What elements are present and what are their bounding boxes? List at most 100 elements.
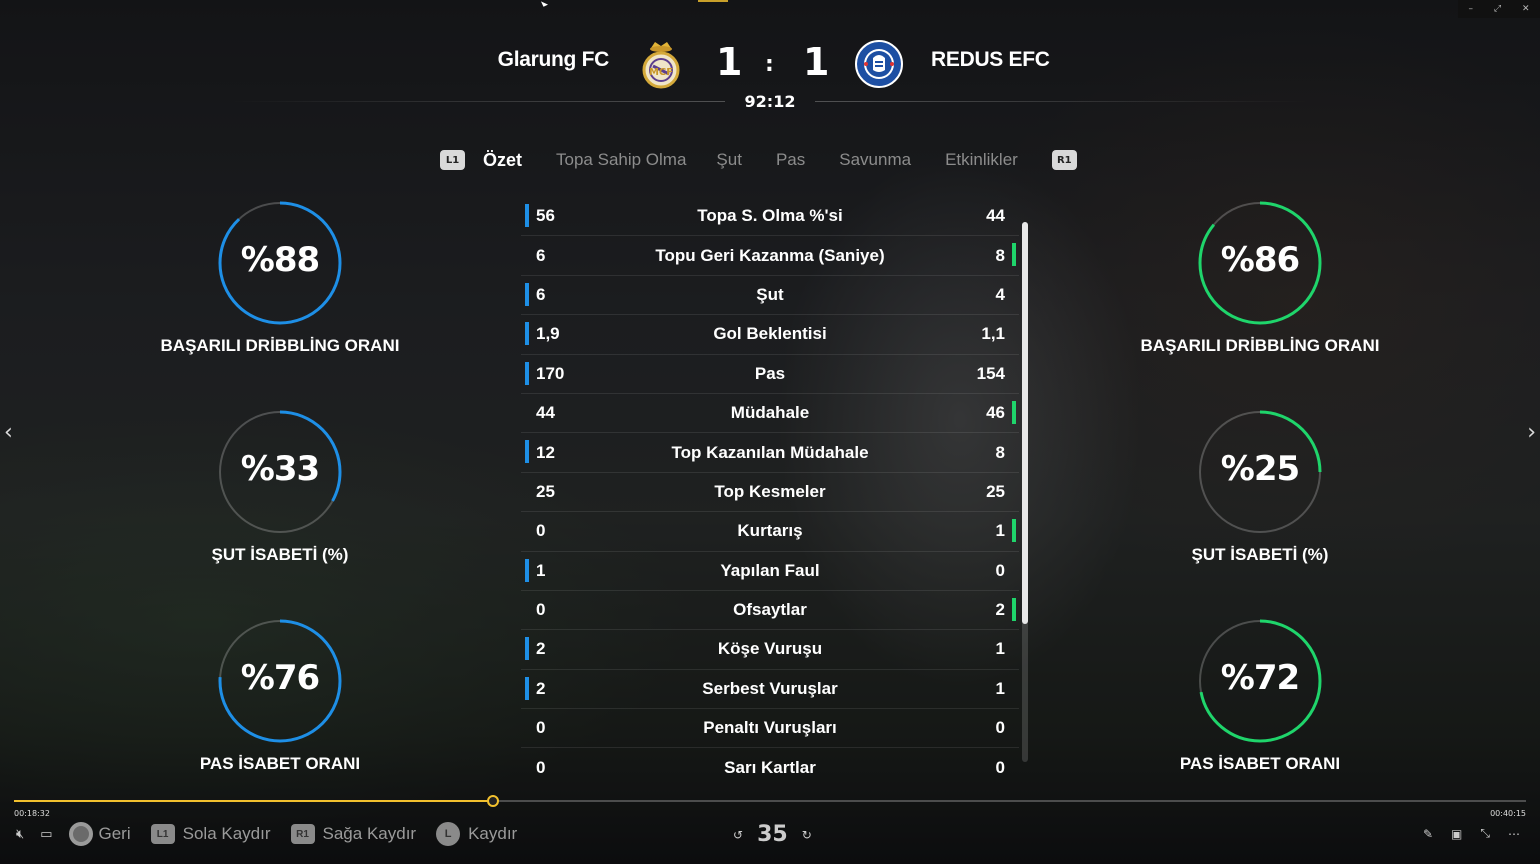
pen-icon[interactable]: ✎ [1423, 827, 1433, 841]
gauge-value: %76 [240, 658, 320, 698]
home-pass-accuracy-gauge: %76 PAS İSABET ORANI [159, 618, 401, 774]
miniplayer-icon[interactable]: ▣ [1451, 827, 1462, 841]
scoreboard-divider-left [230, 101, 725, 102]
away-shot-accuracy-gauge: %25 ŞUT İSABETİ (%) [1139, 409, 1381, 565]
gauge-value: %25 [1220, 449, 1300, 489]
away-stat-value: 1 [995, 521, 1005, 541]
tab-sut[interactable]: Şut [716, 150, 742, 170]
gauge-label: ŞUT İSABETİ (%) [1191, 545, 1329, 564]
stat-row: 6 Şut 4 [521, 276, 1019, 316]
stat-label: Şut [756, 284, 784, 304]
stat-row: 12 Top Kazanılan Müdahale 8 [521, 433, 1019, 473]
score-separator: : [765, 52, 774, 77]
close-icon[interactable]: ✕ [1522, 4, 1530, 14]
away-lead-bar [1012, 400, 1016, 424]
tab-savunma[interactable]: Savunma [839, 150, 911, 170]
away-stat-value: 2 [995, 600, 1005, 620]
stat-label: Gol Beklentisi [713, 324, 827, 344]
away-stat-value: 0 [995, 560, 1005, 580]
stat-row: 6 Topu Geri Kazanma (Saniye) 8 [521, 236, 1019, 276]
away-stat-value: 25 [986, 481, 1005, 501]
away-dribbling-gauge: %86 BAŞARILI DRİBBLİNG ORANI [1139, 200, 1381, 356]
stat-label: Yapılan Faul [720, 560, 820, 580]
away-stat-value: 46 [986, 403, 1005, 423]
hint-scroll-left[interactable]: Sola Kaydır [183, 824, 271, 844]
tab-ozet[interactable]: Özet [483, 150, 522, 171]
video-progress-knob[interactable] [487, 795, 500, 807]
svg-text:MCF: MCF [649, 67, 673, 78]
stats-scrollbar[interactable] [1022, 222, 1028, 762]
stat-row: 56 Topa S. Olma %'si 44 [521, 197, 1019, 237]
away-stat-value: 0 [995, 758, 1005, 778]
scoreboard-divider-right [815, 101, 1310, 102]
skip-seconds: 35 [757, 822, 788, 847]
stat-label: Müdahale [730, 403, 810, 423]
stat-label: Pas [754, 363, 786, 383]
away-team-crest-icon [855, 38, 903, 90]
hint-back[interactable]: Geri [99, 824, 131, 844]
stat-label: Ofsaytlar [733, 600, 807, 620]
away-lead-bar [1012, 519, 1016, 543]
mute-icon[interactable]: 🔇︎ [16, 826, 24, 842]
minimize-icon[interactable]: – [1468, 4, 1473, 14]
away-lead-bar [1012, 597, 1016, 621]
gauge-label: BAŞARILI DRİBBLİNG ORANI [1140, 336, 1380, 355]
match-stats-table[interactable]: 56 Topa S. Olma %'si 44 6 Topu Geri Kazanma… [521, 197, 1019, 788]
chevron-left-icon[interactable]: ‹ [4, 420, 13, 445]
home-shot-accuracy-gauge: %33 ŞUT İSABETİ (%) [159, 409, 401, 565]
gauge-value: %72 [1220, 658, 1300, 698]
gauge-label: PAS İSABET ORANI [1179, 754, 1341, 773]
away-stat-value: 8 [995, 245, 1005, 265]
forward-icon[interactable]: ↻ [802, 828, 812, 842]
stat-label: Topa S. Olma %'si [697, 206, 843, 226]
video-progress-bar[interactable] [14, 795, 1526, 807]
rewind-icon[interactable]: ↺ [733, 828, 743, 842]
tab-pas[interactable]: Pas [776, 150, 805, 170]
stat-row: 1,9 Gol Beklentisi 1,1 [521, 315, 1019, 355]
hint-scroll-right[interactable]: Sağa Kaydır [323, 824, 417, 844]
stat-row: 44 Müdahale 46 [521, 394, 1019, 434]
total-time: 00:40:15 [1490, 809, 1526, 818]
stat-row: 2 Köşe Vuruşu 1 [521, 630, 1019, 670]
away-stat-value: 0 [995, 718, 1005, 738]
home-score: 1 [716, 40, 743, 84]
stat-row: 25 Top Kesmeler 25 [521, 473, 1019, 513]
l1-button-icon[interactable]: L1 [440, 150, 465, 170]
tab-etkinlikler[interactable]: Etkinlikler [945, 150, 1018, 170]
mouse-cursor-icon [540, 0, 549, 7]
r1-hint-badge: R1 [290, 824, 315, 844]
elapsed-time: 00:18:32 [14, 809, 50, 818]
away-stat-value: 4 [995, 284, 1005, 304]
gauge-label: PAS İSABET ORANI [199, 754, 361, 773]
more-icon[interactable]: ⋯ [1508, 827, 1520, 841]
fullscreen-exit-icon[interactable]: ⤡ [1480, 826, 1490, 841]
away-stat-value: 1 [995, 678, 1005, 698]
r1-button-icon[interactable]: R1 [1051, 150, 1077, 170]
subtitles-icon[interactable]: ▭ [40, 826, 52, 842]
gauge-value: %88 [240, 240, 320, 280]
stat-row: 2 Serbest Vuruşlar 1 [521, 670, 1019, 710]
stat-row: 0 Sarı Kartlar 0 [521, 748, 1019, 787]
away-score: 1 [803, 40, 830, 84]
stat-label: Top Kazanılan Müdahale [671, 442, 869, 462]
home-dribbling-gauge: %88 BAŞARILI DRİBBLİNG ORANI [159, 200, 401, 356]
stat-row: 1 Yapılan Faul 0 [521, 552, 1019, 591]
chevron-right-icon[interactable]: › [1527, 420, 1536, 445]
stat-row: 170 Pas 154 [521, 355, 1019, 394]
stats-tab-bar: L1 Özet Topa Sahip Olma Şut Pas Savunma … [440, 146, 1077, 174]
stat-label: Serbest Vuruşlar [702, 678, 838, 698]
gauge-label: ŞUT İSABETİ (%) [211, 545, 349, 564]
l1-hint-badge: L1 [150, 824, 175, 844]
stat-label: Top Kesmeler [714, 481, 826, 501]
circle-button-icon [68, 822, 93, 846]
away-lead-bar [1012, 243, 1016, 267]
away-stat-value: 154 [976, 363, 1005, 383]
restore-icon[interactable]: ⤢ [1494, 4, 1501, 14]
tab-topa-sahip-olma[interactable]: Topa Sahip Olma [556, 150, 686, 170]
away-stat-value: 44 [986, 206, 1005, 226]
away-team-name: REDUS EFC [931, 48, 1050, 71]
stat-row: 0 Penaltı Vuruşları 0 [521, 709, 1019, 749]
hint-scroll[interactable]: Kaydır [468, 824, 517, 844]
stats-scroll-thumb[interactable] [1022, 222, 1028, 624]
stat-row: 0 Kurtarış 1 [521, 512, 1019, 552]
